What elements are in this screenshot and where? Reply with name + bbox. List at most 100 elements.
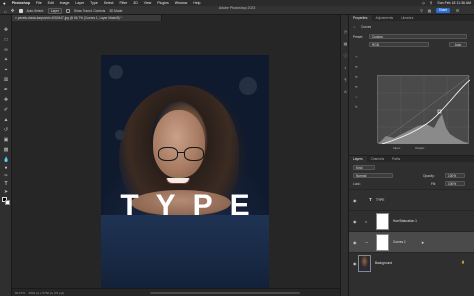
transform-controls-checkbox[interactable] bbox=[65, 9, 70, 13]
history-brush-tool-icon[interactable]: ↺ bbox=[3, 127, 9, 133]
menu-3d[interactable]: 3D bbox=[133, 1, 137, 5]
auto-button[interactable]: Auto bbox=[449, 42, 467, 47]
menu-image[interactable]: Image bbox=[60, 1, 70, 5]
document-workspace: TYPE bbox=[12, 21, 340, 296]
properties-tabs: Properties Adjustments Libraries bbox=[349, 15, 474, 21]
dodge-tool-icon[interactable]: ● bbox=[3, 165, 9, 171]
adjustments-icon[interactable]: ◐ bbox=[343, 65, 348, 70]
input-label: Input: bbox=[393, 146, 401, 150]
layer-name[interactable]: Hue/Saturation 1 bbox=[393, 219, 417, 223]
tab-layers[interactable]: Layers bbox=[349, 156, 367, 162]
clock[interactable]: Sun Feb 18 11:36 AM bbox=[437, 1, 471, 5]
fill-field[interactable]: 100% bbox=[445, 181, 465, 186]
zoom-level[interactable]: 66.67% bbox=[15, 291, 25, 295]
blend-mode-dropdown[interactable]: Normal bbox=[353, 173, 393, 178]
menu-layer[interactable]: Layer bbox=[75, 1, 84, 5]
menu-view[interactable]: View bbox=[144, 1, 152, 5]
menu-filter[interactable]: Filter bbox=[120, 1, 128, 5]
paragraph-icon[interactable]: ¶ bbox=[343, 77, 348, 82]
visibility-eye-icon[interactable]: ◉ bbox=[353, 198, 357, 203]
preset-dropdown[interactable]: Custom bbox=[369, 34, 467, 39]
search-icon[interactable]: ⚲ bbox=[430, 1, 433, 5]
menu-type[interactable]: Type bbox=[90, 1, 98, 5]
blur-tool-icon[interactable]: 💧 bbox=[3, 157, 9, 163]
eyedropper-tool-icon[interactable]: ✒ bbox=[3, 87, 9, 93]
canvas-image[interactable]: TYPE bbox=[101, 55, 269, 296]
path-select-tool-icon[interactable]: ➤ bbox=[3, 189, 9, 195]
layer-mask-thumbnail[interactable] bbox=[376, 234, 389, 251]
move-tool-icon[interactable]: ✥ bbox=[3, 27, 9, 33]
layer-row[interactable]: ◉ T TYPE bbox=[349, 189, 474, 210]
swatches-icon[interactable]: ▦ bbox=[343, 41, 348, 46]
app-menu[interactable]: Photoshop bbox=[12, 1, 30, 5]
output-label: Output: bbox=[415, 146, 425, 150]
layer-name[interactable]: Background bbox=[375, 261, 392, 265]
portrait-glasses-bridge bbox=[178, 152, 184, 154]
kind-filter-dropdown[interactable]: Kind bbox=[353, 165, 375, 170]
quick-select-tool-icon[interactable]: ✦ bbox=[3, 57, 9, 63]
healing-tool-icon[interactable]: ✚ bbox=[3, 97, 9, 103]
gradient-tool-icon[interactable]: ▩ bbox=[3, 147, 9, 153]
layer-row[interactable]: ◉ ∽ Curves 1 ➤ bbox=[349, 231, 474, 252]
type-tool-icon[interactable]: T bbox=[3, 181, 9, 187]
visibility-eye-icon[interactable]: ◉ bbox=[353, 219, 357, 224]
curve-point-icon[interactable]: ∽ bbox=[355, 95, 358, 99]
settings-icon[interactable]: ⚙ bbox=[455, 8, 460, 13]
menubar-status: ◇ ⚲ Sun Feb 18 11:36 AM bbox=[422, 1, 471, 5]
crop-tool-icon[interactable]: ⌖ bbox=[3, 67, 9, 73]
tab-adjustments[interactable]: Adjustments bbox=[372, 15, 398, 21]
layer-name[interactable]: Curves 1 bbox=[393, 240, 406, 244]
background-color-swatch[interactable] bbox=[4, 199, 10, 205]
visibility-eye-icon[interactable]: ◉ bbox=[353, 240, 357, 245]
auto-select-checkbox[interactable] bbox=[18, 9, 23, 13]
layer-mask-thumbnail[interactable] bbox=[376, 213, 389, 230]
layers-tabs: Layers Channels Paths bbox=[349, 156, 474, 162]
search-icon[interactable]: ⚲ bbox=[419, 8, 424, 13]
mode-3d-label: 3D Mode: bbox=[109, 9, 124, 13]
sample-black-icon[interactable]: ✒ bbox=[355, 65, 358, 69]
menu-plugins[interactable]: Plugins bbox=[157, 1, 168, 5]
menu-select[interactable]: Select bbox=[104, 1, 114, 5]
curves-icon: ∽ bbox=[353, 25, 356, 29]
marquee-tool-icon[interactable]: □ bbox=[3, 37, 9, 43]
type-layer-text[interactable]: TYPE bbox=[101, 188, 269, 224]
layer-thumbnail[interactable] bbox=[358, 255, 371, 272]
sample-white-icon[interactable]: ✒ bbox=[355, 85, 358, 89]
move-tool-icon[interactable]: ✥ bbox=[11, 8, 15, 14]
character-icon[interactable]: A bbox=[343, 89, 348, 94]
tab-libraries[interactable]: Libraries bbox=[397, 15, 417, 21]
opacity-field[interactable]: 100% bbox=[445, 173, 465, 178]
workspace-icon[interactable]: ▦ bbox=[427, 8, 432, 13]
lasso-tool-icon[interactable]: ∞ bbox=[3, 47, 9, 53]
curves-graph[interactable] bbox=[377, 75, 470, 144]
layer-row[interactable]: ◉ ◐ Hue/Saturation 1 bbox=[349, 210, 474, 231]
menu-file[interactable]: File bbox=[36, 1, 42, 5]
clone-stamp-tool-icon[interactable]: ▲ bbox=[3, 117, 9, 123]
menu-edit[interactable]: Edit bbox=[48, 1, 54, 5]
pen-tool-icon[interactable]: ✑ bbox=[3, 173, 9, 179]
history-icon[interactable]: ◷ bbox=[343, 29, 348, 34]
sample-gray-icon[interactable]: ✒ bbox=[355, 75, 358, 79]
horizontal-scrollbar[interactable] bbox=[150, 292, 300, 294]
layer-name[interactable]: TYPE bbox=[376, 198, 384, 202]
tab-paths[interactable]: Paths bbox=[388, 156, 404, 162]
tab-properties[interactable]: Properties bbox=[349, 15, 372, 21]
layer-row[interactable]: ◉ Background 🔒 bbox=[349, 252, 474, 273]
wifi-icon[interactable]: ◇ bbox=[422, 1, 425, 5]
portrait-glasses-right bbox=[184, 147, 204, 161]
channel-dropdown[interactable]: RGB bbox=[369, 42, 429, 47]
layer-select-dropdown[interactable]: Layer bbox=[47, 7, 62, 15]
share-button[interactable]: Share bbox=[436, 8, 450, 13]
tab-channels[interactable]: Channels bbox=[367, 156, 388, 162]
pencil-icon[interactable]: ✎ bbox=[355, 105, 358, 109]
on-image-adjust-icon[interactable]: ☞ bbox=[355, 55, 358, 59]
menu-window[interactable]: Window bbox=[175, 1, 187, 5]
menu-help[interactable]: Help bbox=[193, 1, 200, 5]
home-icon[interactable]: ⌂ bbox=[4, 9, 7, 14]
apple-icon[interactable]: ● bbox=[3, 1, 6, 6]
eraser-tool-icon[interactable]: ▣ bbox=[3, 137, 9, 143]
info-icon[interactable]: ⓘ bbox=[343, 53, 348, 58]
visibility-eye-icon[interactable]: ◉ bbox=[353, 261, 357, 266]
frame-tool-icon[interactable]: ⊠ bbox=[3, 77, 9, 83]
brush-tool-icon[interactable]: ✐ bbox=[3, 107, 9, 113]
